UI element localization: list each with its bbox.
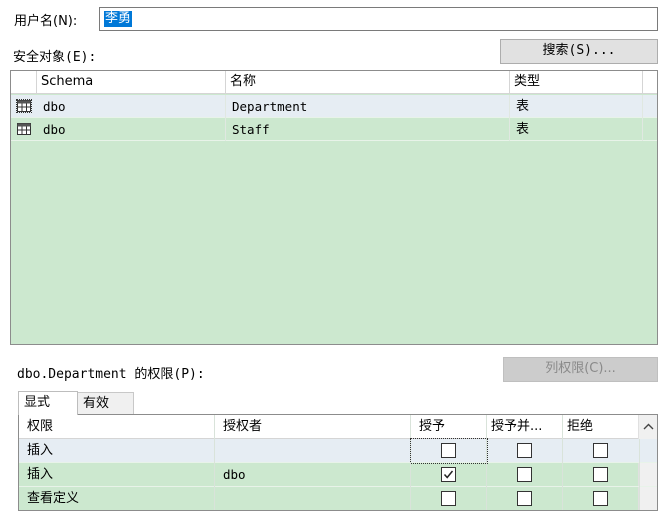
cell-grant [411,487,487,510]
grant-checkbox[interactable] [441,491,456,506]
securables-grid-header: Schema 名称 类型 [11,71,657,94]
column-header-with-grant[interactable]: 授予并... [487,415,563,439]
column-header-permission[interactable]: 权限 [19,415,215,439]
cell-permission: 插入 [19,439,215,463]
cell-grant [411,463,487,487]
column-header-grantor[interactable]: 授权者 [215,415,411,439]
column-header-schema[interactable]: Schema [37,71,226,94]
cell-schema: dbo [37,95,226,118]
deny-checkbox[interactable] [593,443,608,458]
checkmark-icon [443,470,454,479]
permission-row[interactable]: 查看定义 [19,487,657,510]
column-header-grant[interactable]: 授予 [411,415,487,439]
column-header-type[interactable]: 类型 [510,71,643,94]
username-label: 用户名(N): [14,14,78,29]
table-icon [17,123,31,135]
cell-deny [563,463,640,487]
permissions-grid-header: 权限 授权者 授予 授予并... 拒绝 [19,415,657,439]
cell-grantor: dbo [215,463,411,487]
permissions-label: dbo.Department 的权限(P): [17,367,205,382]
cell-with-grant [487,463,563,487]
username-field[interactable]: 李勇 [99,7,658,31]
table-icon [16,99,32,113]
cell-with-grant [487,487,563,510]
cell-grant [410,438,488,464]
cell-permission: 插入 [19,463,215,487]
permission-row[interactable]: 插入 dbo [19,463,657,487]
scroll-up-icon[interactable] [639,418,658,436]
search-button[interactable]: 搜索(S)... [500,39,658,64]
permission-row[interactable]: 插入 [19,438,657,464]
cell-grantor [215,439,411,463]
with-grant-checkbox[interactable] [517,491,532,506]
cell-name: Department [226,95,510,118]
column-header-deny[interactable]: 拒绝 [563,415,640,439]
permissions-grid[interactable]: 权限 授权者 授予 授予并... 拒绝 插入 插入 dbo 查看定义 [18,414,658,511]
cell-type: 表 [510,118,643,141]
with-grant-checkbox[interactable] [517,443,532,458]
cell-deny [563,439,640,463]
deny-checkbox[interactable] [593,467,608,482]
cell-name: Staff [226,118,510,141]
cell-permission: 查看定义 [19,487,215,510]
cell-deny [563,487,640,510]
with-grant-checkbox[interactable] [517,467,532,482]
cell-type: 表 [510,95,643,118]
securables-grid[interactable]: Schema 名称 类型 dbo Department 表 dbo Staff … [10,70,658,345]
cell-with-grant [487,439,563,463]
row-header-corner [11,71,37,94]
securable-row[interactable]: dbo Staff 表 [11,118,657,141]
grant-checkbox[interactable] [441,443,456,458]
securable-row[interactable]: dbo Department 表 [11,95,657,118]
column-header-name[interactable]: 名称 [226,71,510,94]
username-value: 李勇 [104,11,133,27]
deny-checkbox[interactable] [593,491,608,506]
cell-schema: dbo [37,118,226,141]
column-permissions-button[interactable]: 列权限(C)... [503,357,658,382]
cell-grantor [215,487,411,510]
securables-label: 安全对象(E): [13,50,97,65]
tab-explicit[interactable]: 显式 [18,391,78,415]
tab-effective[interactable]: 有效 [77,392,134,415]
grant-checkbox[interactable] [441,467,456,482]
